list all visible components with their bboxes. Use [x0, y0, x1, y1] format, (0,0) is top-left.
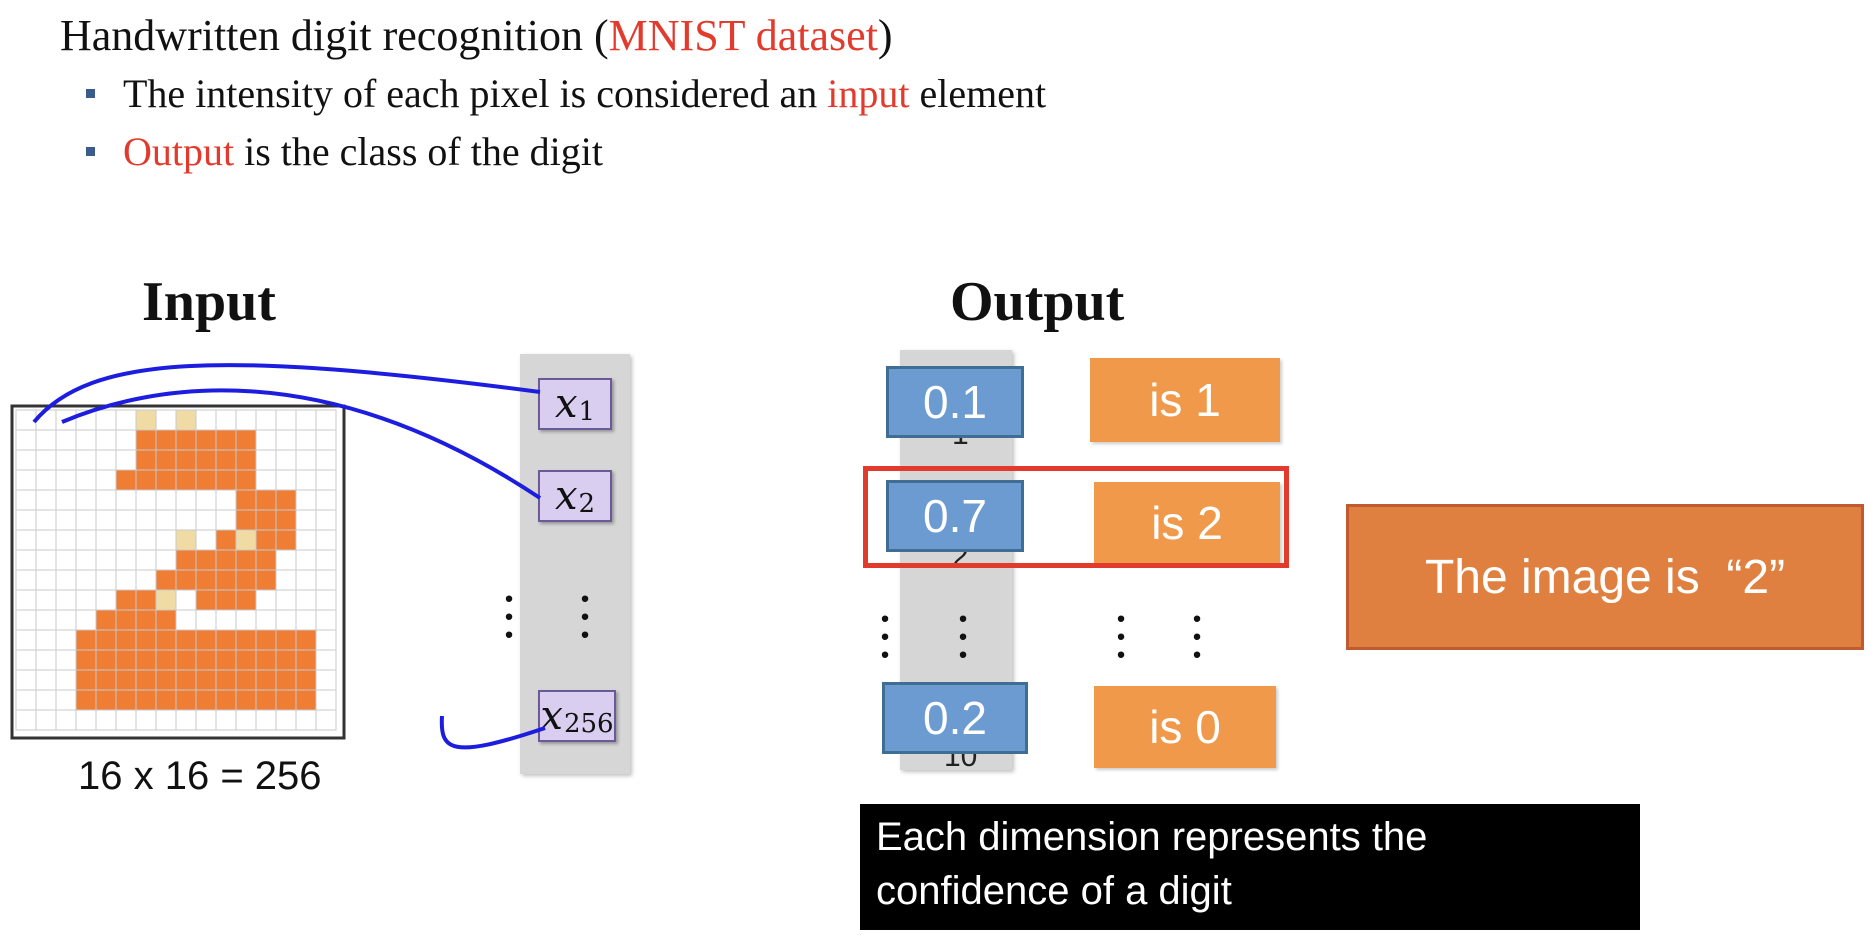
caption-line: confidence of a digit [876, 869, 1232, 913]
output-value-box: 0.1 [886, 366, 1024, 438]
connector-x2 [61, 388, 542, 500]
output-value-box: 0.2 [882, 682, 1028, 754]
vertical-ellipsis-icon: · · · [956, 596, 970, 677]
class-label-box: is 0 [1094, 686, 1276, 768]
highlight-frame [863, 466, 1289, 568]
connector-x256 [439, 715, 546, 750]
vertical-ellipsis-icon: · · · [878, 596, 892, 677]
vertical-ellipsis-icon: · · · [1114, 596, 1128, 677]
class-label-box: is 1 [1090, 358, 1280, 442]
caption-line: Each dimension represents the [876, 815, 1428, 859]
caption-box: Each dimension represents the confidence… [860, 804, 1640, 930]
vertical-ellipsis-icon: · · · [1190, 596, 1204, 677]
result-box: The image is “2” [1346, 504, 1864, 650]
